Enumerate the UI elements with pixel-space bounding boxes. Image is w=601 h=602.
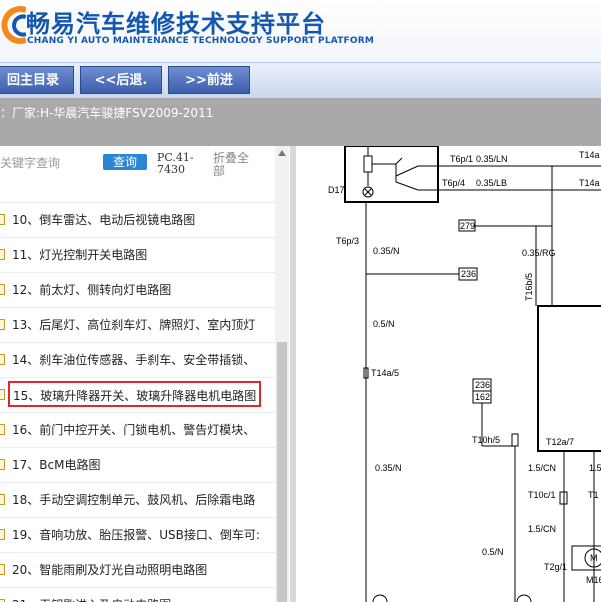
- wire-label: T12a/7: [546, 437, 574, 447]
- list-item[interactable]: 11、灯光控制开关电路图: [0, 237, 275, 272]
- list-item-label: 13、后尾灯、高位刹车灯、牌照灯、室内顶灯: [12, 318, 256, 332]
- catalog-panel: 查询 PC.41-7430 折叠全部 10、倒车雷达、电动后视镜电路图 11、灯…: [0, 146, 290, 602]
- document-icon: [0, 214, 5, 225]
- list-item-label: 14、刹车油位传感器、手刹车、安全带插锁、: [12, 353, 256, 367]
- list-item-selected[interactable]: 15、玻璃升降器开关、玻璃升降器电机电路图: [0, 377, 275, 412]
- list-item-label: 10、倒车雷达、电动后视镜电路图: [12, 213, 196, 227]
- wire-label: T2g/1: [544, 562, 567, 572]
- connector-label: 236: [461, 269, 476, 279]
- scroll-up-icon[interactable]: [278, 150, 286, 156]
- list-item[interactable]: 12、前太灯、侧转向灯电路图: [0, 272, 275, 307]
- document-icon: [0, 389, 5, 400]
- wire-label: 1.5: [589, 463, 601, 473]
- document-icon: [0, 529, 5, 540]
- connector-label: 279: [460, 221, 475, 231]
- breadcrumb: ：厂家:H-华晨汽车骏捷FSV2009-2011: [0, 104, 213, 121]
- list-item[interactable]: 19、音响功放、胎压报警、USB接口、倒车可:: [0, 517, 275, 552]
- list-item[interactable]: 10、倒车雷达、电动后视镜电路图: [0, 202, 275, 237]
- wire-label: T6p/1: [450, 154, 473, 164]
- list-item-label: 19、音响功放、胎压报警、USB接口、倒车可:: [12, 528, 260, 542]
- document-icon: [0, 424, 5, 435]
- wire-label: 0.35/N: [375, 463, 402, 473]
- document-icon: [0, 564, 5, 575]
- wire-label: 0.35/LB: [476, 178, 507, 188]
- component-label: D17: [328, 185, 345, 195]
- scrollbar-thumb[interactable]: [277, 342, 287, 602]
- wire-label: 0.35/N: [373, 246, 400, 256]
- breadcrumb-text: 厂家:H-华晨汽车骏捷FSV2009-2011: [12, 106, 214, 120]
- app-header: 畅易汽车维修技术支持平台 CHANG YI AUTO MAINTENANCE T…: [0, 0, 601, 62]
- component-label: M16: [586, 575, 601, 585]
- list-item[interactable]: 20、智能雨刷及灯光自动照明电路图: [0, 552, 275, 587]
- wire-label: T14a: [579, 150, 600, 160]
- nav-toolbar: 回主目录 <<后退. >>前进: [0, 62, 601, 99]
- wiring-diagram-canvas: T6p/1 0.35/LN T14a T6p/4 0.35/LB T14a D1…: [328, 146, 601, 602]
- wire-label: 1.5/CN: [528, 463, 556, 473]
- wire-label: T14a/5: [371, 368, 399, 378]
- document-icon: [0, 249, 5, 260]
- document-icon: [0, 354, 5, 365]
- motor-label: M: [590, 553, 598, 563]
- list-item-label: 17、BcM电路图: [12, 458, 101, 472]
- wire-label: 0.35/LN: [476, 154, 508, 164]
- wire-label: T10h/5: [472, 435, 500, 445]
- wiring-diagram: T6p/1 0.35/LN T14a T6p/4 0.35/LB T14a D1…: [296, 146, 601, 602]
- wire-label: 1.5/CN: [528, 524, 556, 534]
- list-item[interactable]: 16、前门中控开关、门锁电机、警告灯模块、: [0, 412, 275, 447]
- back-button[interactable]: <<后退.: [80, 66, 162, 94]
- query-button[interactable]: 查询: [103, 154, 147, 170]
- wire-label: T14a: [579, 178, 600, 188]
- document-icon: [0, 494, 5, 505]
- app-title: 畅易汽车维修技术支持平台: [26, 10, 326, 38]
- list-item[interactable]: 17、BcM电路图: [0, 447, 275, 482]
- wire-label: 0.35/RG: [522, 248, 556, 258]
- wire-label: T10c/1: [528, 490, 556, 500]
- breadcrumb-bar: ：厂家:H-华晨汽车骏捷FSV2009-2011: [0, 98, 601, 146]
- wire-label: T6p/3: [336, 236, 359, 246]
- breadcrumb-prefix: ：: [0, 106, 13, 120]
- wire-label: T16b/5: [524, 273, 534, 301]
- connector-label: 236: [475, 380, 490, 390]
- home-button[interactable]: 回主目录: [0, 66, 74, 94]
- list-item-label: 11、灯光控制开关电路图: [12, 248, 148, 262]
- document-icon: [0, 319, 5, 330]
- collapse-all-link[interactable]: 折叠全部: [213, 152, 257, 178]
- forward-button[interactable]: >>前进: [168, 66, 250, 94]
- app-subtitle: CHANG YI AUTO MAINTENANCE TECHNOLOGY SUP…: [27, 36, 375, 46]
- list-item-label: 21、无钥匙进入及启动电路图: [12, 588, 171, 602]
- document-icon: [0, 459, 5, 470]
- logo-icon: [1, 6, 26, 44]
- list-item-label: 15、玻璃升降器开关、玻璃升降器电机电路图: [8, 381, 262, 407]
- connector-label: 162: [475, 392, 490, 402]
- document-icon: [0, 284, 5, 295]
- diagram-list: 10、倒车雷达、电动后视镜电路图 11、灯光控制开关电路图 12、前太灯、侧转向…: [0, 202, 275, 602]
- pc-code: PC.41-7430: [157, 151, 194, 176]
- list-item[interactable]: 13、后尾灯、高位刹车灯、牌照灯、室内顶灯: [0, 307, 275, 342]
- wire-label: 0.5/N: [482, 547, 504, 557]
- list-item[interactable]: 18、手动空调控制单元、鼓风机、后除霜电路: [0, 482, 275, 517]
- wire-label: 0.5/N: [373, 319, 395, 329]
- list-scrollbar[interactable]: [275, 146, 289, 602]
- list-item-label: 12、前太灯、侧转向灯电路图: [12, 283, 172, 297]
- search-input[interactable]: [0, 152, 98, 174]
- wire-label: T6p/4: [442, 178, 465, 188]
- list-item-label: 16、前门中控开关、门锁电机、警告灯模块、: [12, 423, 256, 437]
- list-item[interactable]: 14、刹车油位传感器、手刹车、安全带插锁、: [0, 342, 275, 377]
- list-item[interactable]: 21、无钥匙进入及启动电路图: [0, 587, 275, 602]
- list-item-label: 18、手动空调控制单元、鼓风机、后除霜电路: [12, 493, 256, 507]
- list-item-label: 20、智能雨刷及灯光自动照明电路图: [12, 563, 208, 577]
- wire-label: T1: [588, 490, 599, 500]
